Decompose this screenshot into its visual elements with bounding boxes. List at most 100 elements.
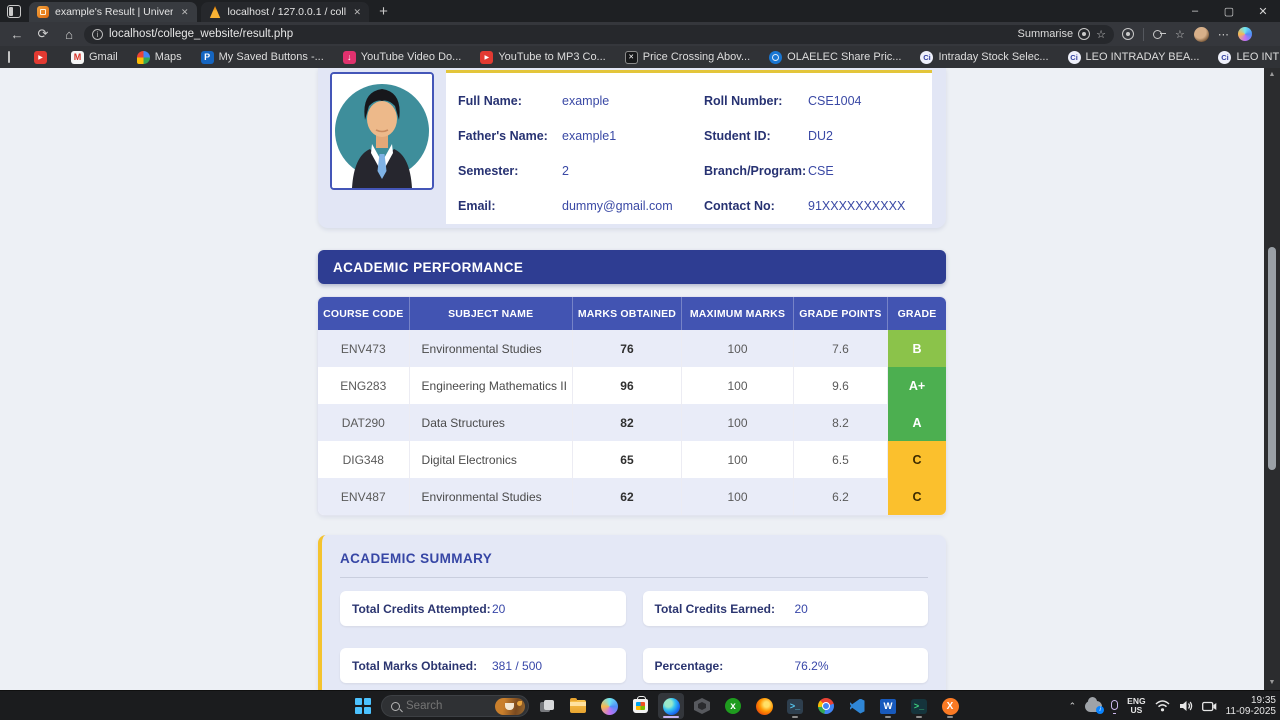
summary-divider <box>340 577 928 578</box>
summarise-button[interactable]: Summarise <box>1018 28 1091 40</box>
bookmark-favicon <box>480 51 493 64</box>
language-indicator[interactable]: ENG US <box>1127 697 1145 715</box>
address-bar[interactable]: i localhost/college_website/result.php S… <box>84 25 1114 44</box>
bookmark-item[interactable]: YouTube to MP3 Co... <box>474 51 611 64</box>
bookmark-favicon <box>343 51 356 64</box>
bookmark-item[interactable]: Price Crossing Abov... <box>619 51 756 64</box>
field-value: 2 <box>562 153 704 188</box>
start-button[interactable] <box>350 693 376 719</box>
chrome-icon <box>818 698 834 714</box>
scroll-up-icon[interactable]: ▲ <box>1264 68 1280 82</box>
grade-points-cell: 9.6 <box>793 367 887 404</box>
microphone-icon[interactable] <box>1111 700 1118 710</box>
tab-actions-icon[interactable] <box>7 5 21 18</box>
taskbar-copilot[interactable] <box>596 693 622 719</box>
search-input[interactable] <box>406 700 476 712</box>
browser-tab-bar: example's Result | University Resu ✕ loc… <box>0 0 1280 22</box>
taskbar-task-view[interactable] <box>534 693 560 719</box>
bookmark-item[interactable]: LEO INTRADAY BUL... <box>1212 51 1280 64</box>
marks-obtained-cell: 82 <box>572 404 681 441</box>
wifi-icon[interactable] <box>1155 700 1170 712</box>
tab-close-icon[interactable]: ✕ <box>179 7 191 18</box>
grade-badge-cell: C <box>888 441 946 478</box>
column-header: MARKS OBTAINED <box>572 297 681 330</box>
camera-icon[interactable] <box>1202 701 1217 712</box>
profile-avatar[interactable] <box>1194 27 1209 42</box>
tab-title: example's Result | University Resu <box>55 6 173 18</box>
favorites-bar-icon[interactable]: ☆ <box>1175 28 1185 41</box>
volume-icon[interactable] <box>1179 700 1193 712</box>
field-value: example1 <box>562 118 704 153</box>
bookmark-item[interactable]: LEO INTRADAY BEA... <box>1062 51 1206 64</box>
maximize-button[interactable]: ▢ <box>1212 0 1246 22</box>
new-tab-button[interactable]: + <box>379 3 388 20</box>
field-value: dummy@gmail.com <box>562 188 704 223</box>
taskbar-terminal-preview[interactable]: >_ <box>906 693 932 719</box>
hidden-icons-chevron[interactable]: ⌃ <box>1069 701 1077 712</box>
taskbar-chrome[interactable] <box>813 693 839 719</box>
taskbar-unity-hub[interactable] <box>689 693 715 719</box>
field-label: Email: <box>458 188 562 223</box>
course-code-cell: DIG348 <box>318 441 409 478</box>
back-button[interactable]: ← <box>6 27 28 42</box>
more-menu-icon[interactable]: ⋯ <box>1218 28 1229 41</box>
bookmark-favicon <box>34 51 47 64</box>
taskbar-vscode[interactable] <box>844 693 870 719</box>
desktop: example's Result | University Resu ✕ loc… <box>0 0 1280 720</box>
tab-phpmyadmin[interactable]: localhost / 127.0.0.1 / college_db ✕ <box>201 2 370 22</box>
taskbar-file-explorer[interactable] <box>565 693 591 719</box>
bookmark-item[interactable]: Maps <box>131 51 188 64</box>
taskbar-store[interactable] <box>627 693 653 719</box>
maximum-marks-cell: 100 <box>682 330 794 367</box>
grade-points-cell: 6.2 <box>793 478 887 515</box>
taskbar-search[interactable] <box>381 695 529 717</box>
sidebar-apps-icon[interactable] <box>8 51 10 63</box>
tab-result-page[interactable]: example's Result | University Resu ✕ <box>29 2 197 22</box>
bookmark-item[interactable]: OLAELEC Share Pric... <box>763 51 907 64</box>
minimize-button[interactable]: – <box>1178 0 1212 22</box>
marks-obtained-cell: 62 <box>572 478 681 515</box>
field-label: Branch/Program: <box>704 153 808 188</box>
close-button[interactable]: ✕ <box>1246 0 1280 22</box>
bookmark-favicon <box>920 51 933 64</box>
taskbar-firefox[interactable] <box>751 693 777 719</box>
web-page: Full Name: example Roll Number: CSE1004 … <box>0 68 1264 690</box>
home-button[interactable]: ⌂ <box>58 27 80 42</box>
taskbar-xampp[interactable]: X <box>937 693 963 719</box>
toolbar-divider <box>1143 28 1144 41</box>
browser-essentials-icon[interactable] <box>1122 28 1134 40</box>
read-aloud-icon[interactable] <box>1078 28 1090 40</box>
favorite-star-icon[interactable]: ☆ <box>1096 28 1106 41</box>
marks-table: COURSE CODESUBJECT NAMEMARKS OBTAINEDMAX… <box>318 297 946 515</box>
summary-stat-value: 381 / 500 <box>492 659 542 673</box>
scrollbar-thumb[interactable] <box>1268 247 1276 470</box>
phpmyadmin-favicon <box>209 6 222 18</box>
course-code-cell: ENV473 <box>318 330 409 367</box>
taskbar-clock[interactable]: 19:35 11-09-2025 <box>1226 695 1276 718</box>
student-fields-grid: Full Name: example Roll Number: CSE1004 … <box>446 73 932 223</box>
student-info-card: Full Name: example Roll Number: CSE1004 … <box>318 68 946 228</box>
bookmark-item[interactable]: My Saved Buttons -... <box>195 51 330 64</box>
site-info-icon[interactable]: i <box>92 29 103 40</box>
onedrive-icon[interactable] <box>1085 701 1102 712</box>
column-header: SUBJECT NAME <box>409 297 572 330</box>
column-header: GRADE <box>888 297 946 330</box>
taskbar-terminal[interactable]: >_ <box>782 693 808 719</box>
wallet-key-icon[interactable] <box>1153 28 1166 41</box>
column-header: GRADE POINTS <box>793 297 887 330</box>
tab-close-icon[interactable]: ✕ <box>352 7 364 18</box>
bookmark-item[interactable]: YouTube Video Do... <box>337 51 468 64</box>
bookmark-favicon <box>71 51 84 64</box>
page-scrollbar[interactable]: ▲ ▼ <box>1264 68 1280 690</box>
scroll-down-icon[interactable]: ▼ <box>1264 676 1280 690</box>
refresh-button[interactable]: ⟳ <box>32 26 54 42</box>
bookmark-item[interactable]: Gmail <box>65 51 124 64</box>
taskbar-word[interactable]: W <box>875 693 901 719</box>
bookmark-item[interactable] <box>28 51 58 64</box>
taskbar-edge[interactable] <box>658 693 684 719</box>
bookmark-item[interactable]: Intraday Stock Selec... <box>914 51 1054 64</box>
url-text[interactable]: localhost/college_website/result.php <box>109 28 1012 40</box>
taskbar-xbox[interactable]: x <box>720 693 746 719</box>
student-details-panel: Full Name: example Roll Number: CSE1004 … <box>446 70 932 224</box>
copilot-icon[interactable] <box>1238 27 1252 41</box>
